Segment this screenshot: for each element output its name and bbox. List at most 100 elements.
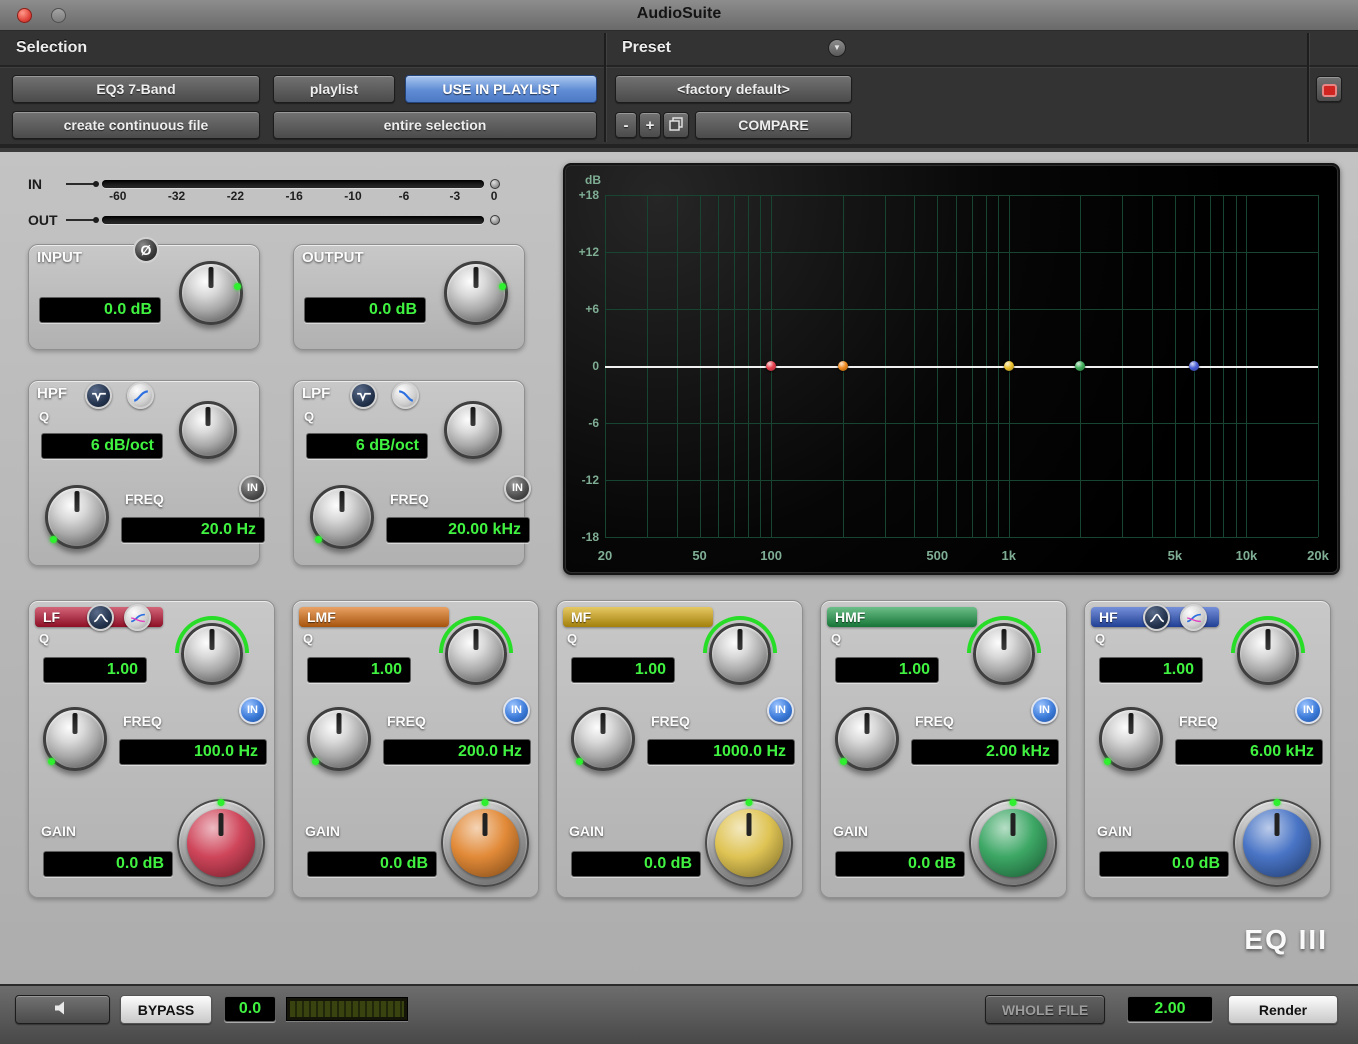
bell-curve-icon [1149,612,1165,624]
header-separator [0,65,1358,67]
gain-knob[interactable] [1233,799,1321,887]
freq-label: FREQ [387,713,426,729]
freq-value-display[interactable]: 2.00 kHz [911,739,1059,765]
gain-value-display[interactable]: 0.0 dB [43,851,173,877]
gain-label: GAIN [833,823,868,839]
footer-bar: BYPASS 0.0 WHOLE FILE 2.00 Render [0,984,1358,1044]
chevron-down-icon: ▼ [833,43,841,52]
plugin-selector-button[interactable]: EQ3 7-Band [12,75,260,103]
gain-value-display[interactable]: 0.0 dB [571,851,701,877]
band-name-label: LMF [307,607,336,627]
preset-increment-button[interactable]: + [639,112,661,138]
processing-value-display[interactable]: 2.00 [1127,996,1213,1022]
q-value-display[interactable]: 1.00 [43,657,147,683]
band-in-button[interactable]: IN [767,697,794,724]
freq-knob[interactable] [571,707,635,771]
shelf-curve-button[interactable] [1180,604,1207,631]
freq-knob[interactable] [1099,707,1163,771]
playlist-button[interactable]: playlist [273,75,395,103]
knob-pointer [337,713,342,734]
preset-selector-button[interactable]: <factory default> [615,75,852,103]
gain-knob[interactable] [441,799,529,887]
preset-decrement-button[interactable]: - [615,112,637,138]
whole-file-button[interactable]: WHOLE FILE [985,995,1105,1024]
knob-pointer [73,713,78,734]
preset-menu-button[interactable]: ▼ [828,39,846,57]
knob-indicator-led [50,536,57,543]
freq-label: FREQ [651,713,690,729]
q-value-display[interactable]: 1.00 [307,657,411,683]
bell-curve-icon [93,612,109,624]
eq-point-mf[interactable] [1004,361,1014,371]
knob-indicator-led [1010,799,1017,806]
q-value-display[interactable]: 1.00 [835,657,939,683]
bypass-button[interactable]: BYPASS [120,995,212,1024]
window-title: AudioSuite [0,5,1358,23]
preview-volume-display[interactable]: 0.0 [224,996,276,1022]
eq-point-hmf[interactable] [1075,361,1085,371]
freq-knob[interactable] [307,707,371,771]
use-in-playlist-button[interactable]: USE IN PLAYLIST [405,75,597,103]
header-divider-right [1307,33,1309,142]
freq-label: FREQ [123,713,162,729]
gain-value-display[interactable]: 0.0 dB [835,851,965,877]
band-header-strip: MF [563,607,713,627]
freq-value-display[interactable]: 100.0 Hz [119,739,267,765]
plugin-window-button[interactable] [1316,76,1342,102]
gain-knob[interactable] [177,799,265,887]
knob-indicator-led [315,536,322,543]
band-lmf-panel: LMF Q 1.00 IN FREQ 200.0 Hz GAIN 0.0 dB [292,600,539,898]
knob-indicator-led [576,758,583,765]
create-continuous-file-button[interactable]: create continuous file [12,111,260,139]
eq-point-lmf[interactable] [838,361,848,371]
bell-curve-button[interactable] [1143,604,1170,631]
render-button[interactable]: Render [1228,995,1338,1024]
shelf-curve-icon [130,612,146,624]
entire-selection-button[interactable]: entire selection [273,111,597,139]
q-value-display[interactable]: 1.00 [1099,657,1203,683]
shelf-curve-icon [1186,612,1202,624]
freq-value-display[interactable]: 6.00 kHz [1175,739,1323,765]
knob-indicator-led [1104,758,1111,765]
compare-button[interactable]: COMPARE [695,111,852,139]
band-in-button[interactable]: IN [1031,697,1058,724]
eq-point-hf[interactable] [1189,361,1199,371]
freq-value-display[interactable]: 200.0 Hz [383,739,531,765]
freq-value-display[interactable]: 1000.0 Hz [647,739,795,765]
knob-pointer [219,813,224,837]
knob-indicator-led [218,799,225,806]
shelf-curve-button[interactable] [124,604,151,631]
band-in-button[interactable]: IN [503,697,530,724]
gain-value-display[interactable]: 0.0 dB [307,851,437,877]
freq-knob[interactable] [835,707,899,771]
bell-curve-button[interactable] [87,604,114,631]
q-label: Q [567,631,577,646]
plugin-panel: IN -60-32-22-16-10-6-30 OUT INPUT Ø 0.0 … [0,152,1358,984]
band-hf-panel: HF Q 1.00 IN FREQ 6.00 kHz GAIN 0.0 dB [1084,600,1331,898]
q-value-display[interactable]: 1.00 [571,657,675,683]
gain-label: GAIN [569,823,604,839]
eq-point-lf[interactable] [766,361,776,371]
freq-label: FREQ [915,713,954,729]
knob-pointer [1275,813,1280,837]
gain-knob[interactable] [705,799,793,887]
band-in-button[interactable]: IN [1295,697,1322,724]
gain-knob[interactable] [969,799,1057,887]
speaker-icon [54,1001,72,1015]
band-hmf-panel: HMF Q 1.00 IN FREQ 2.00 kHz GAIN 0.0 dB [820,600,1067,898]
q-knob-arc [967,616,1041,653]
q-label: Q [831,631,841,646]
knob-pointer [601,713,606,734]
preview-audio-button[interactable] [15,995,110,1024]
band-in-button[interactable]: IN [239,697,266,724]
q-label: Q [303,631,313,646]
preview-level-meter-fill [290,1001,404,1017]
freq-knob[interactable] [43,707,107,771]
gain-value-display[interactable]: 0.0 dB [1099,851,1229,877]
copy-icon [669,117,683,131]
knob-pointer [483,813,488,837]
target-icon [1322,84,1337,97]
preview-level-meter [286,997,408,1021]
q-knob-arc [439,616,513,653]
copy-preset-button[interactable] [663,112,689,138]
